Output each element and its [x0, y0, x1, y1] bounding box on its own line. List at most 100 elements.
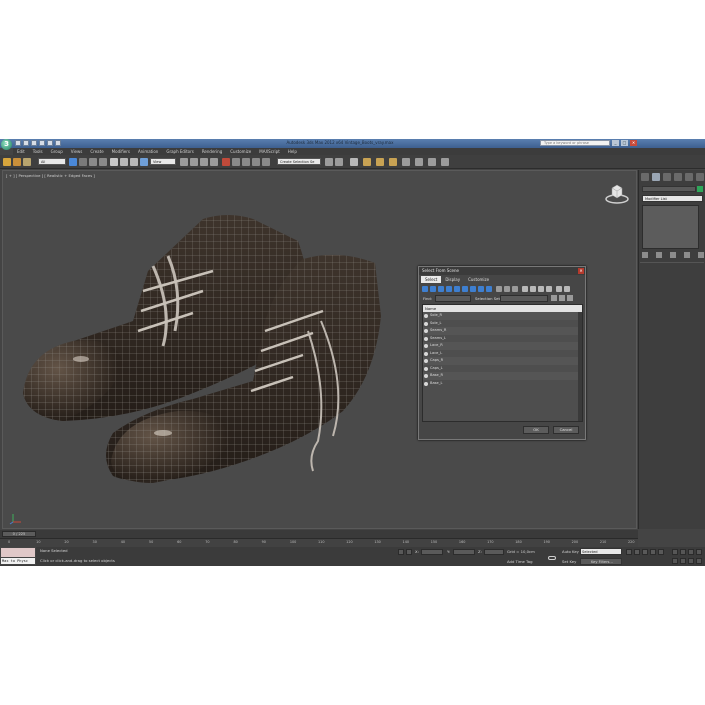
cancel-button[interactable]: Cancel — [553, 426, 579, 434]
orbit-icon[interactable] — [688, 558, 694, 564]
list-item[interactable]: Lace_L — [423, 350, 582, 358]
zoom-icon[interactable] — [672, 549, 678, 555]
display-cameras-icon[interactable] — [446, 286, 452, 292]
mirror-icon[interactable] — [232, 158, 240, 166]
menu-graph-editors[interactable]: Graph Editors — [162, 148, 197, 155]
invert-display-icon[interactable] — [512, 286, 518, 292]
display-shapes-icon[interactable] — [430, 286, 436, 292]
zoom-extents-icon[interactable] — [688, 549, 694, 555]
display-lights-icon[interactable] — [438, 286, 444, 292]
edit-named-selection-icon[interactable] — [222, 158, 230, 166]
pin-stack-icon[interactable] — [642, 252, 648, 258]
selection-filter-dropdown[interactable]: All — [38, 158, 66, 165]
display-tab-icon[interactable] — [685, 173, 693, 181]
time-slider[interactable]: 0 / 225 — [0, 530, 638, 538]
percent-snap-icon[interactable] — [200, 158, 208, 166]
selection-set-remove-icon[interactable] — [567, 295, 573, 301]
hierarchy-tab-icon[interactable] — [663, 173, 671, 181]
menu-views[interactable]: Views — [67, 148, 87, 155]
move-icon[interactable] — [110, 158, 118, 166]
select-object-icon[interactable] — [69, 158, 77, 166]
find-input[interactable] — [435, 295, 471, 302]
menu-tools[interactable]: Tools — [29, 148, 47, 155]
options-icon[interactable] — [564, 286, 570, 292]
angle-snap-icon[interactable] — [190, 158, 198, 166]
display-all-icon[interactable] — [496, 286, 502, 292]
select-and-link-icon[interactable] — [3, 158, 11, 166]
dialog-menu-select[interactable]: Select — [421, 276, 442, 283]
bind-space-warp-icon[interactable] — [23, 158, 31, 166]
filter-icon[interactable] — [556, 286, 562, 292]
spinner-snap-icon[interactable] — [210, 158, 218, 166]
scale-icon[interactable] — [130, 158, 138, 166]
time-slider-thumb[interactable]: 0 / 225 — [2, 531, 36, 537]
z-coord-field[interactable] — [484, 549, 504, 555]
x-coord-field[interactable] — [421, 549, 443, 555]
modify-tab-icon[interactable] — [652, 173, 660, 181]
menu-group[interactable]: Group — [47, 148, 67, 155]
scene-object-list[interactable]: Name Sole_R Sole_L Seams_R Seams_L Lace_… — [422, 304, 583, 422]
maxscript-mini-listener[interactable]: Max to Physc — [0, 557, 36, 565]
open-file-icon[interactable] — [23, 140, 29, 146]
display-geometry-icon[interactable] — [422, 286, 428, 292]
named-selection-dropdown[interactable]: Create Selection Se — [277, 158, 321, 165]
undo-icon[interactable] — [39, 140, 45, 146]
maximize-viewport-icon[interactable] — [696, 558, 702, 564]
list-item[interactable]: Caps_L — [423, 365, 582, 373]
set-key-button[interactable]: Set Key — [562, 559, 576, 564]
help-search-input[interactable]: Type a keyword or phrase — [540, 140, 610, 146]
viewport-label[interactable]: [ + ] [ Perspective ] [ Realistic + Edge… — [6, 173, 95, 178]
configure-sets-icon[interactable] — [698, 252, 704, 258]
make-unique-icon[interactable] — [670, 252, 676, 258]
menu-edit[interactable]: Edit — [13, 148, 29, 155]
zoom-extents-all-icon[interactable] — [696, 549, 702, 555]
graphite-tools-icon[interactable] — [262, 158, 270, 166]
select-by-name-icon[interactable] — [79, 158, 87, 166]
display-xrefs-icon[interactable] — [478, 286, 484, 292]
select-none-icon[interactable] — [530, 286, 536, 292]
show-end-result-icon[interactable] — [656, 252, 662, 258]
auto-key-button[interactable]: Auto Key — [562, 549, 579, 554]
list-item[interactable]: Sole_R — [423, 312, 582, 320]
curve-editor-icon[interactable] — [325, 158, 333, 166]
schematic-view-icon[interactable] — [335, 158, 343, 166]
rectangular-selection-icon[interactable] — [89, 158, 97, 166]
object-color-swatch[interactable] — [697, 186, 703, 192]
activeshade-icon[interactable] — [415, 158, 423, 166]
material-editor-icon[interactable] — [350, 158, 358, 166]
menu-rendering[interactable]: Rendering — [198, 148, 226, 155]
menu-help[interactable]: Help — [284, 148, 301, 155]
list-item[interactable]: Base_R — [423, 372, 582, 380]
modifier-list-dropdown[interactable]: Modifier List — [642, 195, 703, 202]
selection-set-edit-icon[interactable] — [551, 295, 557, 301]
render-iterative-icon[interactable] — [402, 158, 410, 166]
reference-coord-dropdown[interactable]: View — [150, 158, 176, 165]
goto-end-icon[interactable] — [658, 549, 664, 555]
zoom-all-icon[interactable] — [680, 549, 686, 555]
column-header-name[interactable]: Name — [423, 305, 582, 312]
dialog-menu-customize[interactable]: Customize — [464, 276, 493, 283]
snap-toggle-icon[interactable] — [180, 158, 188, 166]
maximize-button[interactable]: □ — [621, 140, 628, 146]
pan-view-icon[interactable] — [680, 558, 686, 564]
list-item[interactable]: Sole_L — [423, 320, 582, 328]
menu-maxscript[interactable]: MAXScript — [255, 148, 284, 155]
selection-set-add-icon[interactable] — [559, 295, 565, 301]
redo-icon[interactable] — [47, 140, 53, 146]
key-filters-button[interactable]: Key Filters... — [580, 558, 622, 565]
utilities-tab-icon[interactable] — [696, 173, 704, 181]
display-none-icon[interactable] — [504, 286, 510, 292]
dialog-close-button[interactable]: ✕ — [578, 268, 584, 274]
dialog-menu-display[interactable]: Display — [441, 276, 464, 283]
next-frame-icon[interactable] — [650, 549, 656, 555]
select-invert-icon[interactable] — [538, 286, 544, 292]
select-all-icon[interactable] — [522, 286, 528, 292]
app-logo-icon[interactable]: 3 — [1, 139, 12, 150]
save-file-icon[interactable] — [31, 140, 37, 146]
environment-icon[interactable] — [428, 158, 436, 166]
sync-selection-icon[interactable] — [546, 286, 552, 292]
menu-create[interactable]: Create — [86, 148, 107, 155]
rendered-frame-window-icon[interactable] — [376, 158, 384, 166]
object-name-field[interactable] — [642, 186, 696, 192]
align-icon[interactable] — [242, 158, 250, 166]
